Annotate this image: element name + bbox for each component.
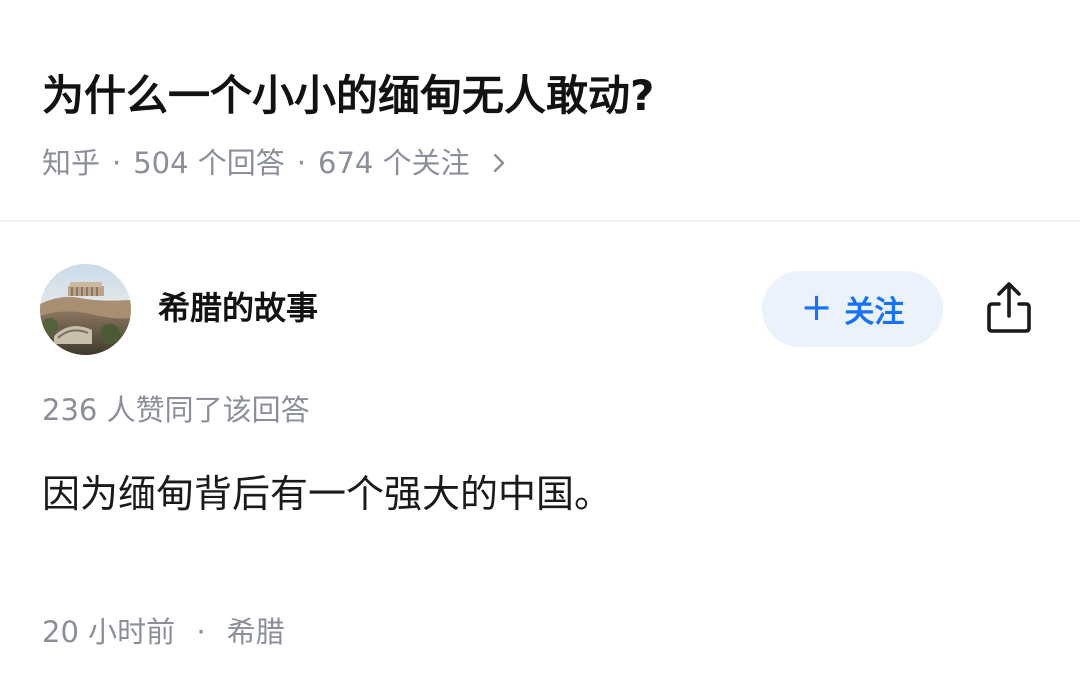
answer-content: 因为缅甸背后有一个强大的中国。 (42, 472, 613, 516)
source-label: 知乎 (42, 146, 101, 180)
question-meta[interactable]: 知乎 · 504 个回答 · 674 个关注 (42, 141, 512, 185)
answer-location: 希腊 (226, 615, 285, 649)
vote-count: 236 人赞同了该回答 (42, 393, 310, 427)
avatar-image (40, 264, 131, 355)
answers-count: 504 个回答 (133, 146, 285, 180)
share-icon[interactable] (982, 280, 1036, 336)
section-divider (0, 220, 1080, 222)
meta-separator: · (296, 146, 307, 180)
footer-separator: · (196, 615, 206, 649)
follow-button[interactable]: + 关注 (762, 271, 943, 347)
question-title: 为什么一个小小的缅甸无人敢动? (42, 71, 655, 120)
author-name[interactable]: 希腊的故事 (158, 286, 318, 330)
followers-count: 674 个关注 (318, 146, 470, 180)
answer-footer: 20 小时前 · 希腊 (42, 610, 285, 654)
plus-icon: + (800, 285, 833, 329)
answer-time: 20 小时前 (42, 615, 176, 649)
follow-label: 关注 (844, 295, 905, 330)
meta-separator: · (112, 146, 122, 180)
chevron-right-icon (493, 153, 504, 173)
avatar[interactable] (40, 264, 131, 355)
